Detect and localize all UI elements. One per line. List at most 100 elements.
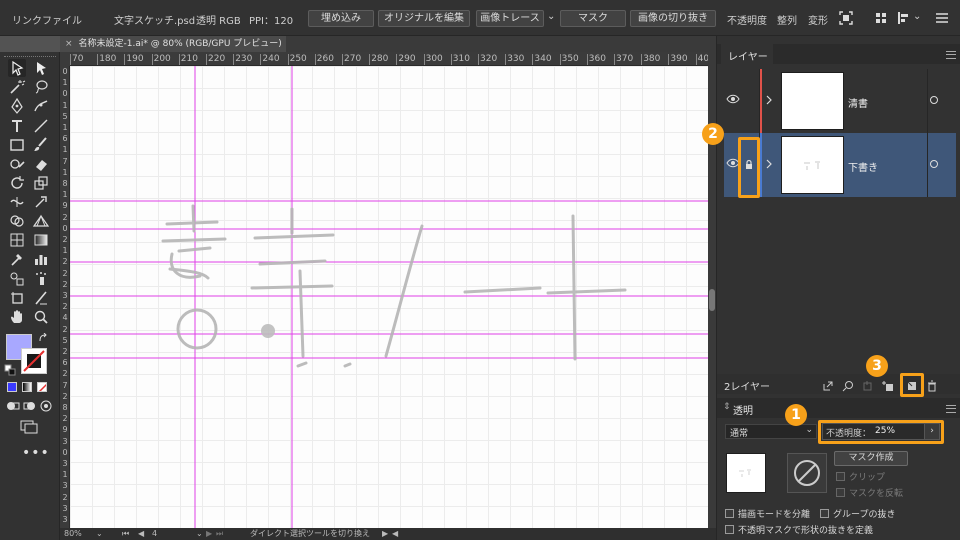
mask-button[interactable]: マスク (560, 10, 626, 27)
lasso-tool-icon[interactable] (32, 78, 50, 96)
delete-trash-icon[interactable] (926, 380, 938, 392)
color-mode-icon[interactable] (7, 382, 17, 392)
document-title: 名称未設定-1.ai* @ 80% (RGB/GPU プレビュー) (78, 39, 282, 49)
direct-selection-tool-icon[interactable] (32, 59, 50, 77)
align-left-icon[interactable] (896, 10, 912, 26)
new-sublayer-icon[interactable] (882, 380, 894, 392)
layer-name[interactable]: 下書き (848, 159, 878, 174)
isolate-blending-checkbox[interactable] (725, 509, 734, 518)
graph-tool-icon[interactable] (32, 250, 50, 268)
zoom-level[interactable]: 80% (64, 528, 82, 540)
target-circle-icon[interactable] (930, 160, 938, 168)
clipping-mask-icon[interactable] (862, 380, 874, 392)
perspective-grid-tool-icon[interactable] (32, 212, 50, 230)
transparency-menu-icon[interactable] (946, 405, 956, 413)
draw-normal-icon[interactable] (6, 400, 20, 412)
none-mode-icon[interactable] (37, 382, 47, 392)
gradient-tool-icon[interactable] (32, 231, 50, 249)
knockout-group-checkbox[interactable] (820, 509, 829, 518)
link-file-label[interactable]: リンクファイル (12, 12, 82, 27)
eyedropper-tool-icon[interactable] (8, 250, 26, 268)
artboard-tool-icon[interactable] (8, 289, 26, 307)
shape-builder-tool-icon[interactable] (8, 212, 26, 230)
curvature-tool-icon[interactable] (32, 97, 50, 115)
shaper-tool-icon[interactable] (8, 155, 26, 173)
search-icon[interactable] (842, 380, 854, 392)
blend-mode-select[interactable]: 通常 ⌄ (725, 424, 817, 439)
chevron-down-icon[interactable]: ⌄ (196, 528, 203, 540)
paintbrush-tool-icon[interactable] (32, 136, 50, 154)
ruler-tick-label: 360 (586, 54, 606, 65)
free-transform-tool-icon[interactable] (32, 193, 50, 211)
chevron-right-icon[interactable] (765, 159, 773, 169)
prev-artboard-icon[interactable]: ◀ (138, 528, 144, 540)
image-trace-button[interactable]: 画像トレース (476, 10, 544, 27)
stroke-swatch[interactable] (21, 348, 47, 374)
next-artboard-icon[interactable]: ▶ (206, 528, 212, 540)
scrollbar-thumb[interactable] (709, 289, 715, 311)
last-artboard-icon[interactable]: ⏭ (216, 528, 223, 540)
target-circle-icon[interactable] (930, 96, 938, 104)
draw-inside-icon[interactable] (39, 400, 53, 412)
invert-mask-checkbox[interactable] (836, 488, 845, 497)
opacity-link[interactable]: 不透明度 (727, 12, 767, 27)
mask-thumbnail[interactable] (787, 453, 827, 493)
artboard-number[interactable]: 4 (152, 528, 157, 540)
chevron-down-icon[interactable]: ⌄ (96, 528, 103, 540)
opacity-mask-knockout-checkbox[interactable] (725, 525, 734, 534)
screen-mode-icon[interactable] (19, 420, 39, 434)
chevron-right-icon[interactable] (765, 95, 773, 105)
line-tool-icon[interactable] (32, 117, 50, 135)
mesh-tool-icon[interactable] (8, 231, 26, 249)
horizontal-ruler[interactable]: 70 180 190 200 210 220 230 240 250 260 270 280 290 30… (70, 52, 708, 66)
blend-tool-icon[interactable] (8, 270, 26, 288)
chevron-down-icon[interactable]: ⌄ (547, 11, 555, 22)
selection-tool-icon[interactable] (8, 59, 26, 77)
clip-checkbox[interactable] (836, 472, 845, 481)
embed-button[interactable]: 埋め込み (308, 10, 374, 27)
status-arrow-icon[interactable]: ▶ (382, 528, 388, 540)
ruler-corner[interactable] (60, 52, 70, 66)
close-icon[interactable]: × (65, 39, 73, 49)
zoom-tool-icon[interactable] (32, 308, 50, 326)
gradient-mode-icon[interactable] (22, 382, 32, 392)
edit-original-button[interactable]: オリジナルを編集 (378, 10, 470, 27)
panel-menu-icon[interactable] (934, 10, 950, 26)
rotate-tool-icon[interactable] (8, 174, 26, 192)
document-tab[interactable]: × 名称未設定-1.ai* @ 80% (RGB/GPU プレビュー) (60, 36, 286, 52)
visibility-eye-icon[interactable] (726, 94, 740, 104)
layer-name[interactable]: 清書 (848, 95, 868, 110)
eraser-tool-icon[interactable] (32, 155, 50, 173)
isolate-blending-label: 描画モードを分離 (738, 510, 811, 520)
crop-image-button[interactable]: 画像の切り抜き (630, 10, 716, 27)
more-tools-icon[interactable]: ••• (22, 445, 50, 461)
export-icon[interactable] (822, 380, 834, 392)
default-fill-stroke-icon[interactable] (4, 364, 16, 376)
status-arrow-left-icon[interactable]: ◀ (392, 528, 398, 540)
width-tool-icon[interactable] (8, 193, 26, 211)
draw-behind-icon[interactable] (23, 400, 37, 412)
layer-row[interactable]: 清書 (724, 69, 956, 133)
type-tool-icon[interactable] (8, 117, 26, 135)
collapse-icon[interactable]: ⇕ (723, 402, 731, 412)
align-link[interactable]: 整列 (777, 12, 797, 27)
make-mask-button[interactable]: マスク作成 (834, 451, 908, 466)
vertical-ruler[interactable]: 0101516171819202122232425262728293031323… (60, 66, 70, 528)
rectangle-tool-icon[interactable] (8, 136, 26, 154)
pen-tool-icon[interactable] (8, 97, 26, 115)
scale-tool-icon[interactable] (32, 174, 50, 192)
layers-menu-icon[interactable] (946, 51, 956, 59)
hand-tool-icon[interactable] (8, 308, 26, 326)
artboard-canvas[interactable] (70, 66, 708, 528)
magic-wand-tool-icon[interactable] (8, 78, 26, 96)
swap-fill-stroke-icon[interactable] (38, 333, 48, 343)
first-artboard-icon[interactable]: ⏮ (122, 528, 129, 540)
symbol-sprayer-tool-icon[interactable] (32, 270, 50, 288)
transform-link[interactable]: 変形 (808, 12, 828, 27)
frame-select-icon[interactable] (838, 10, 854, 26)
slice-tool-icon[interactable] (32, 289, 50, 307)
chevron-down-icon[interactable]: ⌄ (913, 11, 921, 22)
transparency-tab-label[interactable]: 透明 (733, 402, 753, 417)
file-name-link[interactable]: 文字スケッチ.psd (114, 12, 195, 27)
arrange-icon[interactable] (874, 10, 890, 26)
